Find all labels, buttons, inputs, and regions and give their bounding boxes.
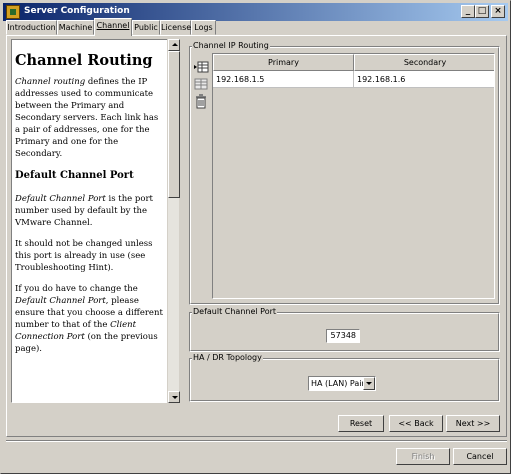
group-label: Channel IP Routing: [192, 41, 270, 50]
chevron-up-icon: [172, 43, 178, 46]
channel-port-field[interactable]: 57348: [326, 329, 360, 343]
help-emphasis: Channel routing: [15, 77, 86, 87]
scroll-down-button[interactable]: [168, 391, 180, 403]
column-header-secondary[interactable]: Secondary: [354, 54, 494, 71]
help-paragraph: Channel routing defines the IP addresses…: [15, 76, 165, 160]
edit-route-button[interactable]: [193, 76, 209, 92]
topology-selected-value: HA (LAN) Pair: [311, 379, 365, 388]
group-label: HA / DR Topology: [192, 353, 263, 362]
help-scrollbar[interactable]: [167, 39, 180, 403]
help-text: Channel Routing Channel routing defines …: [15, 52, 165, 364]
add-route-icon: [194, 61, 209, 73]
cell-primary-ip[interactable]: 192.168.1.5: [213, 71, 354, 88]
app-icon: [6, 5, 20, 19]
minimize-button[interactable]: _: [461, 5, 475, 18]
tab-license[interactable]: License: [160, 20, 191, 35]
reset-button[interactable]: Reset: [338, 415, 384, 432]
footer-divider: [6, 440, 507, 442]
close-button[interactable]: ×: [491, 5, 505, 18]
column-header-primary[interactable]: Primary: [213, 54, 354, 71]
finish-button[interactable]: Finish: [396, 448, 450, 465]
tab-introduction[interactable]: Introduction: [6, 20, 57, 35]
table-header: Primary Secondary: [213, 54, 494, 71]
server-configuration-window: Server Configuration _ □ × Introduction …: [0, 0, 511, 474]
edit-route-icon: [194, 78, 208, 90]
help-emphasis: Default Channel Port: [15, 194, 106, 204]
routing-table[interactable]: Primary Secondary 192.168.1.5 192.168.1.…: [212, 53, 495, 299]
topology-select[interactable]: HA (LAN) Pair: [308, 376, 376, 391]
help-pane: Channel Routing Channel routing defines …: [11, 39, 179, 403]
tab-public[interactable]: Public: [132, 20, 160, 35]
cancel-button[interactable]: Cancel: [453, 448, 507, 465]
dropdown-arrow-icon[interactable]: [363, 377, 375, 390]
help-text-span: If you do have to change the: [15, 284, 138, 294]
cell-secondary-ip[interactable]: 192.168.1.6: [354, 71, 494, 88]
next-button[interactable]: Next >>: [446, 415, 500, 432]
table-row[interactable]: 192.168.1.5 192.168.1.6: [213, 71, 494, 88]
tab-machine[interactable]: Machine: [57, 20, 94, 35]
title-bar[interactable]: Server Configuration _ □ ×: [3, 3, 508, 21]
back-button[interactable]: << Back: [389, 415, 443, 432]
tab-channel[interactable]: Channel: [94, 18, 132, 36]
add-route-button[interactable]: [193, 59, 209, 75]
help-paragraph: It should not be changed unless this por…: [15, 239, 153, 273]
window-title: Server Configuration: [24, 6, 130, 16]
delete-route-button[interactable]: [193, 93, 209, 109]
group-label: Default Channel Port: [192, 307, 278, 316]
help-paragraph: Default Channel Port is the port number …: [15, 193, 165, 229]
chevron-down-icon: [172, 396, 178, 399]
help-paragraph: If you do have to change the Default Cha…: [15, 283, 165, 355]
help-text-span: defines the IP addresses used to communi…: [15, 77, 159, 159]
scroll-thumb[interactable]: [168, 51, 180, 198]
tab-logs[interactable]: Logs: [191, 20, 216, 35]
maximize-button[interactable]: □: [475, 5, 489, 18]
help-heading-default-port: Default Channel Port: [15, 170, 134, 181]
help-emphasis: Default Channel Port: [15, 296, 106, 306]
delete-route-icon: [196, 94, 206, 109]
scroll-up-button[interactable]: [168, 39, 180, 51]
help-heading-channel-routing: Channel Routing: [15, 52, 153, 69]
